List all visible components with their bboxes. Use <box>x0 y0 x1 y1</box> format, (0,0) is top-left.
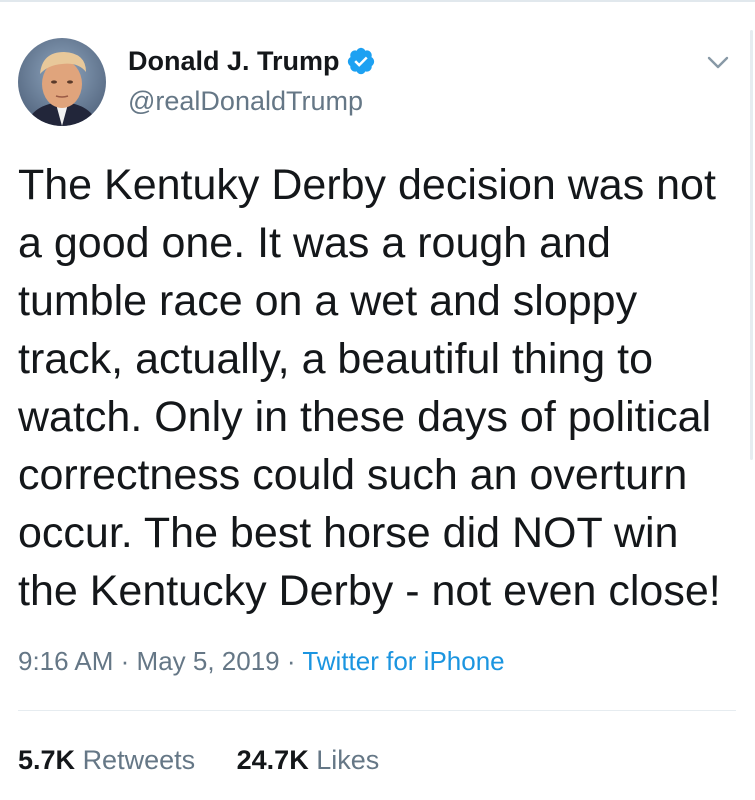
tweet-text-line: The Kentuky Derby decision was not <box>18 161 716 209</box>
meta-separator: · <box>120 646 130 676</box>
avatar-image <box>18 38 106 126</box>
likes-count: 24.7K <box>236 745 309 775</box>
avatar[interactable] <box>18 38 106 126</box>
retweets-stat[interactable]: 5.7K Retweets <box>18 742 195 778</box>
scrollbar[interactable] <box>750 30 753 460</box>
tweet-text-line: track, actually, a beautiful thing to <box>18 335 654 383</box>
retweets-count: 5.7K <box>18 745 76 775</box>
top-border <box>0 0 755 2</box>
verified-badge-icon <box>346 46 376 76</box>
author-display-name[interactable]: Donald J. Trump <box>128 44 340 78</box>
likes-stat[interactable]: 24.7K Likes <box>237 742 380 778</box>
tweet-text-line: the Kentucky Derby - not even close! <box>18 567 721 615</box>
tweet-text: The Kentuky Derby decision was not a goo… <box>18 156 748 620</box>
tweet-time[interactable]: 9:16 AM <box>18 646 113 676</box>
tweet-meta: 9:16 AM · May 5, 2019 · Twitter for iPho… <box>18 644 505 678</box>
likes-label: Likes <box>316 745 380 775</box>
author-name-row: Donald J. Trump <box>128 44 376 78</box>
tweet-text-line: a good one. It was a rough and <box>18 219 611 267</box>
tweet-text-line: correctness could such an overturn <box>18 451 688 499</box>
chevron-down-icon[interactable] <box>704 48 732 76</box>
retweets-label: Retweets <box>82 745 196 775</box>
tweet-date[interactable]: May 5, 2019 <box>137 646 280 676</box>
meta-separator: · <box>286 646 296 676</box>
divider <box>18 710 736 711</box>
tweet-text-line: occur. The best horse did NOT win <box>18 509 679 557</box>
tweet-source-link[interactable]: Twitter for iPhone <box>302 646 504 676</box>
author-handle[interactable]: @realDonaldTrump <box>128 84 363 118</box>
tweet-text-line: tumble race on a wet and sloppy <box>18 277 638 325</box>
tweet-text-line: watch. Only in these days of political <box>18 393 712 441</box>
tweet-stats: 5.7K Retweets 24.7K Likes <box>18 742 379 778</box>
